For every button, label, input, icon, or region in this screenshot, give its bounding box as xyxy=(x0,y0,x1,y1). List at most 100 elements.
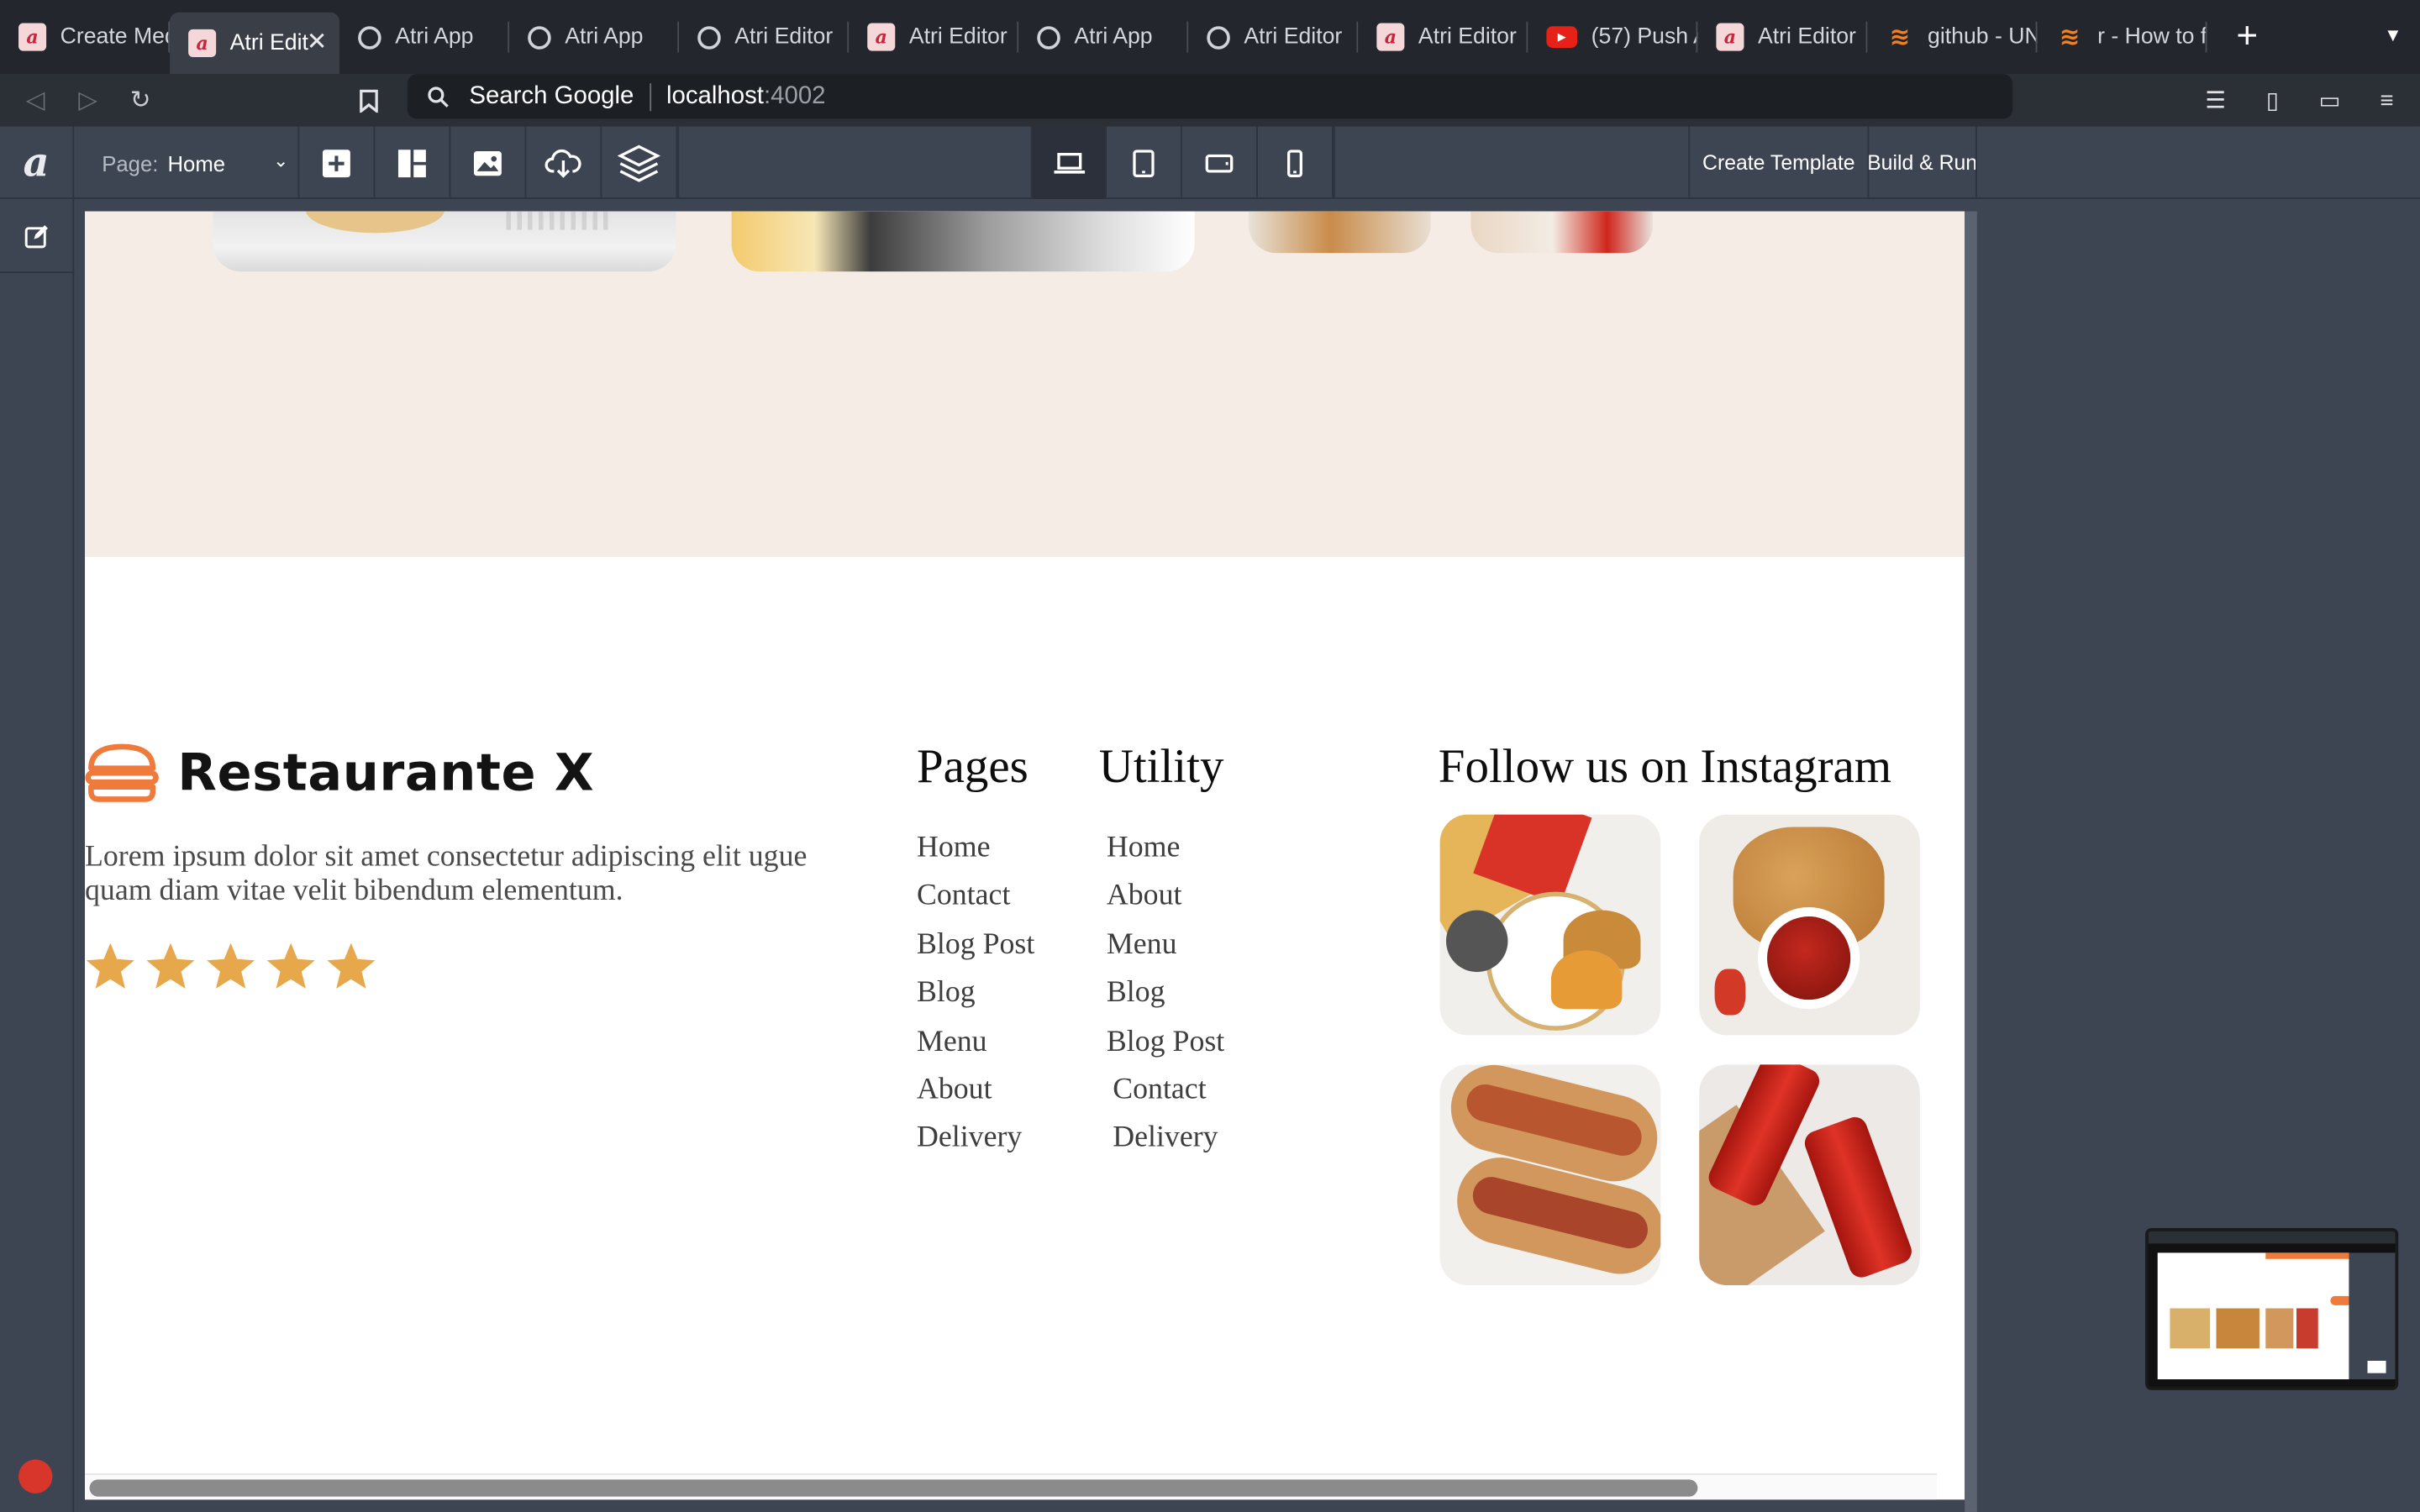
footer-link[interactable]: Menu xyxy=(1107,927,1224,975)
footer-link[interactable]: Delivery xyxy=(1107,1121,1224,1169)
footer-link[interactable]: Blog Post xyxy=(917,927,1034,975)
atri-logo-icon: a xyxy=(1716,23,1744,51)
browser-tab[interactable]: Atri App xyxy=(339,0,510,74)
mobile-icon xyxy=(1286,149,1302,177)
atri-logo[interactable]: a xyxy=(0,126,75,199)
star-icon xyxy=(86,942,134,989)
instagram-title: Follow us on Instagram xyxy=(1438,738,1892,794)
globe-icon xyxy=(358,25,381,49)
star-icon xyxy=(266,942,315,989)
page-select-label: Page: xyxy=(102,150,159,176)
brand-name: Restaurante X xyxy=(177,742,595,803)
tab-title: Atri App xyxy=(395,24,474,50)
tab-title: Create Med xyxy=(60,24,171,50)
gallery-section xyxy=(85,211,1965,558)
layers-icon xyxy=(617,144,661,181)
brand[interactable]: Restaurante X xyxy=(85,742,594,802)
build-run-button[interactable]: Build & Run xyxy=(1867,126,1977,199)
footer-link[interactable]: Menu xyxy=(917,1024,1034,1073)
browser-tab[interactable]: ≋ r - How to f xyxy=(2037,0,2207,74)
browser-tab[interactable]: Atri App xyxy=(1018,0,1189,74)
footer-link[interactable]: Home xyxy=(1107,830,1224,879)
scrollbar-thumb[interactable] xyxy=(89,1479,1698,1497)
bookmark-icon[interactable] xyxy=(343,74,395,126)
wallet-icon[interactable]: ▭ xyxy=(2309,87,2351,114)
browser-tab[interactable]: ≋ github - UN xyxy=(1867,0,2038,74)
globe-icon xyxy=(528,25,551,49)
potato-wedges-ketchup-photo[interactable] xyxy=(1699,814,1920,1036)
brand-description: Lorem ipsum dolor sit amet consectetur a… xyxy=(85,841,808,907)
browser-tab[interactable]: a Atri Editor xyxy=(1697,0,1868,74)
pages-title: Pages xyxy=(916,738,1028,794)
mobile-view-button[interactable] xyxy=(1258,126,1334,199)
tab-title: Atri Editor xyxy=(1418,24,1517,50)
sidebar-icon[interactable]: ▯ xyxy=(2252,87,2294,114)
globe-icon xyxy=(1037,25,1060,49)
horizontal-scrollbar[interactable] xyxy=(85,1473,1938,1500)
pages-links: Home Contact Blog Post Blog Menu About D… xyxy=(917,830,1034,1169)
laptop-view-button[interactable] xyxy=(1030,126,1107,199)
coca-cola-cans-photo[interactable] xyxy=(1699,1064,1920,1285)
tab-list-chevron-icon[interactable]: ▾ xyxy=(2387,22,2398,48)
footer-link[interactable]: Blog Post xyxy=(1107,1024,1224,1073)
burger-and-fries-photo[interactable] xyxy=(1439,814,1661,1036)
address-bar[interactable]: Search Google localhost:4002 xyxy=(407,74,2013,119)
assets-button[interactable] xyxy=(450,126,527,199)
atri-logo-icon: a xyxy=(188,29,217,57)
tablet-view-button[interactable] xyxy=(1107,126,1182,199)
create-template-button[interactable]: Create Template xyxy=(1688,126,1867,199)
left-rail xyxy=(0,198,75,1512)
footer-link[interactable]: Blog xyxy=(1107,975,1224,1024)
stackoverflow-icon: ≋ xyxy=(1889,24,1911,51)
close-tab-icon[interactable]: ✕ xyxy=(307,26,328,57)
back-arrow-icon[interactable]: ◁ xyxy=(9,74,61,126)
edit-style-button[interactable] xyxy=(0,199,75,274)
browser-tab[interactable]: Atri Editor xyxy=(1188,0,1359,74)
forward-arrow-icon[interactable]: ▷ xyxy=(61,74,113,126)
hot-dogs-photo[interactable] xyxy=(1439,1064,1661,1285)
tab-title: github - UN xyxy=(1928,24,2038,50)
browser-tab[interactable]: a Atri Editor xyxy=(849,0,1019,74)
footer-link[interactable]: Blog xyxy=(917,975,1034,1024)
add-component-button[interactable] xyxy=(299,126,376,199)
tab-title: Atri App xyxy=(1074,24,1153,50)
browser-tab[interactable]: ▶ (57) Push A xyxy=(1528,0,1698,74)
tab-title: r - How to f xyxy=(2097,24,2207,50)
browser-tab[interactable]: a Atri Editor xyxy=(1358,0,1528,74)
layout-button[interactable] xyxy=(375,126,451,199)
burger-photo xyxy=(213,211,676,272)
image-icon xyxy=(473,150,502,176)
tab-title: Atri Editor xyxy=(908,24,1007,50)
menu-icon[interactable]: ≡ xyxy=(2366,87,2408,113)
new-tab-button[interactable]: + xyxy=(2217,0,2278,74)
search-engine-label: Search Google xyxy=(469,82,634,109)
globe-icon xyxy=(697,25,721,49)
tab-title: Atri Editor xyxy=(734,24,834,50)
import-button[interactable] xyxy=(526,126,602,199)
recording-indicator[interactable] xyxy=(18,1459,53,1494)
tablet-landscape-view-button[interactable] xyxy=(1182,126,1258,199)
reload-icon[interactable]: ↻ xyxy=(114,74,166,126)
laptop-icon xyxy=(1053,152,1085,173)
star-rating xyxy=(85,942,376,992)
layers-button[interactable] xyxy=(602,126,678,199)
atri-logo-icon: a xyxy=(18,23,47,51)
editor-canvas[interactable]: Restaurante X Lorem ipsum dolor sit amet… xyxy=(85,211,1965,1500)
footer-link[interactable]: About xyxy=(917,1072,1034,1121)
playlist-icon[interactable]: ☰ xyxy=(2195,87,2237,114)
star-icon xyxy=(327,942,376,989)
browser-tab[interactable]: Atri Editor xyxy=(679,0,850,74)
footer-link[interactable]: Home xyxy=(917,830,1034,879)
browser-tab[interactable]: a Create Med xyxy=(0,0,171,74)
page-select[interactable]: Page: Home ⌄ xyxy=(74,126,300,199)
browser-tab-active[interactable]: a Atri Edit ✕ xyxy=(170,12,340,75)
footer-link[interactable]: About xyxy=(1107,879,1224,927)
footer-link[interactable]: Contact xyxy=(1107,1072,1224,1121)
screen-preview-thumbnail[interactable] xyxy=(2145,1228,2399,1390)
tab-title: Atri App xyxy=(565,24,644,50)
footer-link[interactable]: Contact xyxy=(917,879,1034,927)
burger-wrapper-photo xyxy=(731,211,1195,272)
search-icon xyxy=(408,86,469,108)
footer-link[interactable]: Delivery xyxy=(917,1121,1034,1169)
browser-tab[interactable]: Atri App xyxy=(509,0,680,74)
